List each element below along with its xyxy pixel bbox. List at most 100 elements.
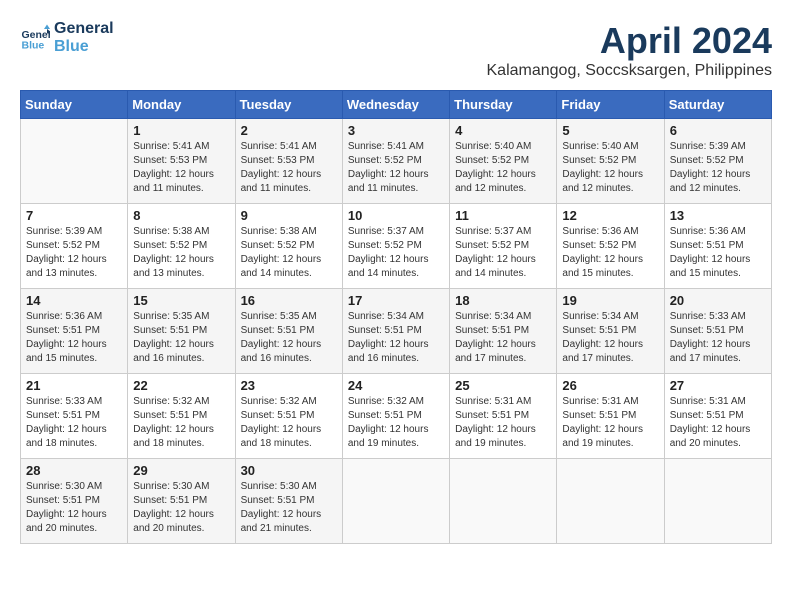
logo-general: General xyxy=(54,20,114,38)
calendar-cell: 10 Sunrise: 5:37 AMSunset: 5:52 PMDayligh… xyxy=(342,204,449,289)
day-number: 16 xyxy=(241,293,337,308)
calendar-cell: 13 Sunrise: 5:36 AMSunset: 5:51 PMDayligh… xyxy=(664,204,771,289)
calendar-table: SundayMondayTuesdayWednesdayThursdayFrid… xyxy=(20,90,772,544)
day-number: 21 xyxy=(26,378,122,393)
calendar-cell: 8 Sunrise: 5:38 AMSunset: 5:52 PMDaylight… xyxy=(128,204,235,289)
day-info: Sunrise: 5:35 AMSunset: 5:51 PMDaylight:… xyxy=(133,310,229,366)
day-number: 8 xyxy=(133,208,229,223)
calendar-cell: 7Sunrise: 5:39 AMSunset: 5:52 PMDaylight… xyxy=(21,204,128,289)
calendar-cell: 16 Sunrise: 5:35 AMSunset: 5:51 PMDayligh… xyxy=(235,289,342,374)
day-info: Sunrise: 5:30 AMSunset: 5:51 PMDaylight:… xyxy=(133,480,229,536)
day-number: 2 xyxy=(241,123,337,138)
day-info: Sunrise: 5:33 AMSunset: 5:51 PMDaylight:… xyxy=(26,395,122,451)
day-number: 19 xyxy=(562,293,658,308)
calendar-cell: 12 Sunrise: 5:36 AMSunset: 5:52 PMDayligh… xyxy=(557,204,664,289)
calendar-cell: 5 Sunrise: 5:40 AMSunset: 5:52 PMDaylight… xyxy=(557,119,664,204)
day-info: Sunrise: 5:34 AMSunset: 5:51 PMDaylight:… xyxy=(562,310,658,366)
day-info: Sunrise: 5:36 AMSunset: 5:52 PMDaylight:… xyxy=(562,225,658,281)
weekday-header-wednesday: Wednesday xyxy=(342,91,449,119)
day-info: Sunrise: 5:36 AMSunset: 5:51 PMDaylight:… xyxy=(26,310,122,366)
calendar-cell: 2Sunrise: 5:41 AMSunset: 5:53 PMDaylight… xyxy=(235,119,342,204)
weekday-header-monday: Monday xyxy=(128,91,235,119)
calendar-cell: 28Sunrise: 5:30 AMSunset: 5:51 PMDayligh… xyxy=(21,459,128,544)
day-info: Sunrise: 5:35 AMSunset: 5:51 PMDaylight:… xyxy=(241,310,337,366)
day-number: 4 xyxy=(455,123,551,138)
day-info: Sunrise: 5:40 AMSunset: 5:52 PMDaylight:… xyxy=(562,140,658,196)
calendar-cell: 3Sunrise: 5:41 AMSunset: 5:52 PMDaylight… xyxy=(342,119,449,204)
svg-text:Blue: Blue xyxy=(22,40,45,52)
weekday-header-sunday: Sunday xyxy=(21,91,128,119)
calendar-cell: 26Sunrise: 5:31 AMSunset: 5:51 PMDayligh… xyxy=(557,374,664,459)
calendar-cell xyxy=(450,459,557,544)
calendar-cell: 11Sunrise: 5:37 AMSunset: 5:52 PMDayligh… xyxy=(450,204,557,289)
day-number: 23 xyxy=(241,378,337,393)
calendar-cell: 29 Sunrise: 5:30 AMSunset: 5:51 PMDayligh… xyxy=(128,459,235,544)
calendar-cell xyxy=(342,459,449,544)
day-number: 30 xyxy=(241,463,337,478)
day-info: Sunrise: 5:34 AMSunset: 5:51 PMDaylight:… xyxy=(348,310,444,366)
day-number: 7 xyxy=(26,208,122,223)
weekday-header-saturday: Saturday xyxy=(664,91,771,119)
day-info: Sunrise: 5:34 AMSunset: 5:51 PMDaylight:… xyxy=(455,310,551,366)
calendar-cell xyxy=(664,459,771,544)
calendar-cell xyxy=(557,459,664,544)
calendar-week-3: 14Sunrise: 5:36 AMSunset: 5:51 PMDayligh… xyxy=(21,289,772,374)
weekday-header-friday: Friday xyxy=(557,91,664,119)
day-number: 1 xyxy=(133,123,229,138)
calendar-cell: 4Sunrise: 5:40 AMSunset: 5:52 PMDaylight… xyxy=(450,119,557,204)
day-number: 6 xyxy=(670,123,766,138)
calendar-week-5: 28 Sunrise: 5:30 AMSunset: 5:51 PMDayligh… xyxy=(21,459,772,544)
location-subtitle: Kalamangog, Soccsksargen, Philippines xyxy=(487,62,773,80)
weekday-header-row: SundayMondayTuesdayWednesdayThursdayFrid… xyxy=(21,91,772,119)
logo: General Blue General Blue xyxy=(20,20,114,56)
day-number: 29 xyxy=(133,463,229,478)
day-number: 11 xyxy=(455,208,551,223)
calendar-week-4: 21 Sunrise: 5:33 AMSunset: 5:51 PMDayligh… xyxy=(21,374,772,459)
day-info: Sunrise: 5:41 AMSunset: 5:53 PMDaylight:… xyxy=(133,140,229,196)
calendar-cell: 30 Sunrise: 5:30 AMSunset: 5:51 PMDayligh… xyxy=(235,459,342,544)
day-number: 28 xyxy=(26,463,122,478)
calendar-cell: 9Sunrise: 5:38 AMSunset: 5:52 PMDaylight… xyxy=(235,204,342,289)
calendar-cell: 25Sunrise: 5:31 AMSunset: 5:51 PMDayligh… xyxy=(450,374,557,459)
day-number: 22 xyxy=(133,378,229,393)
day-info: Sunrise: 5:37 AMSunset: 5:52 PMDaylight:… xyxy=(348,225,444,281)
logo-blue: Blue xyxy=(54,38,114,56)
weekday-header-thursday: Thursday xyxy=(450,91,557,119)
day-info: Sunrise: 5:31 AMSunset: 5:51 PMDaylight:… xyxy=(670,395,766,451)
day-info: Sunrise: 5:38 AMSunset: 5:52 PMDaylight:… xyxy=(241,225,337,281)
calendar-cell xyxy=(21,119,128,204)
day-info: Sunrise: 5:31 AMSunset: 5:51 PMDaylight:… xyxy=(562,395,658,451)
day-info: Sunrise: 5:38 AMSunset: 5:52 PMDaylight:… xyxy=(133,225,229,281)
day-info: Sunrise: 5:32 AMSunset: 5:51 PMDaylight:… xyxy=(133,395,229,451)
calendar-cell: 21 Sunrise: 5:33 AMSunset: 5:51 PMDayligh… xyxy=(21,374,128,459)
day-info: Sunrise: 5:32 AMSunset: 5:51 PMDaylight:… xyxy=(348,395,444,451)
calendar-cell: 15 Sunrise: 5:35 AMSunset: 5:51 PMDayligh… xyxy=(128,289,235,374)
day-number: 20 xyxy=(670,293,766,308)
day-number: 15 xyxy=(133,293,229,308)
calendar-cell: 19 Sunrise: 5:34 AMSunset: 5:51 PMDayligh… xyxy=(557,289,664,374)
calendar-cell: 27 Sunrise: 5:31 AMSunset: 5:51 PMDayligh… xyxy=(664,374,771,459)
calendar-week-1: 1 Sunrise: 5:41 AMSunset: 5:53 PMDaylight… xyxy=(21,119,772,204)
calendar-week-2: 7Sunrise: 5:39 AMSunset: 5:52 PMDaylight… xyxy=(21,204,772,289)
calendar-cell: 20Sunrise: 5:33 AMSunset: 5:51 PMDayligh… xyxy=(664,289,771,374)
day-number: 5 xyxy=(562,123,658,138)
day-number: 13 xyxy=(670,208,766,223)
calendar-cell: 23 Sunrise: 5:32 AMSunset: 5:51 PMDayligh… xyxy=(235,374,342,459)
calendar-cell: 1 Sunrise: 5:41 AMSunset: 5:53 PMDaylight… xyxy=(128,119,235,204)
calendar-cell: 6 Sunrise: 5:39 AMSunset: 5:52 PMDaylight… xyxy=(664,119,771,204)
calendar-cell: 17Sunrise: 5:34 AMSunset: 5:51 PMDayligh… xyxy=(342,289,449,374)
day-number: 3 xyxy=(348,123,444,138)
day-number: 25 xyxy=(455,378,551,393)
title-area: April 2024 Kalamangog, Soccsksargen, Phi… xyxy=(487,20,773,80)
day-info: Sunrise: 5:32 AMSunset: 5:51 PMDaylight:… xyxy=(241,395,337,451)
calendar-cell: 14Sunrise: 5:36 AMSunset: 5:51 PMDayligh… xyxy=(21,289,128,374)
day-number: 12 xyxy=(562,208,658,223)
weekday-header-tuesday: Tuesday xyxy=(235,91,342,119)
day-info: Sunrise: 5:30 AMSunset: 5:51 PMDaylight:… xyxy=(241,480,337,536)
day-number: 10 xyxy=(348,208,444,223)
day-info: Sunrise: 5:39 AMSunset: 5:52 PMDaylight:… xyxy=(670,140,766,196)
day-info: Sunrise: 5:36 AMSunset: 5:51 PMDaylight:… xyxy=(670,225,766,281)
calendar-cell: 22 Sunrise: 5:32 AMSunset: 5:51 PMDayligh… xyxy=(128,374,235,459)
day-number: 27 xyxy=(670,378,766,393)
logo-icon: General Blue xyxy=(20,23,50,53)
